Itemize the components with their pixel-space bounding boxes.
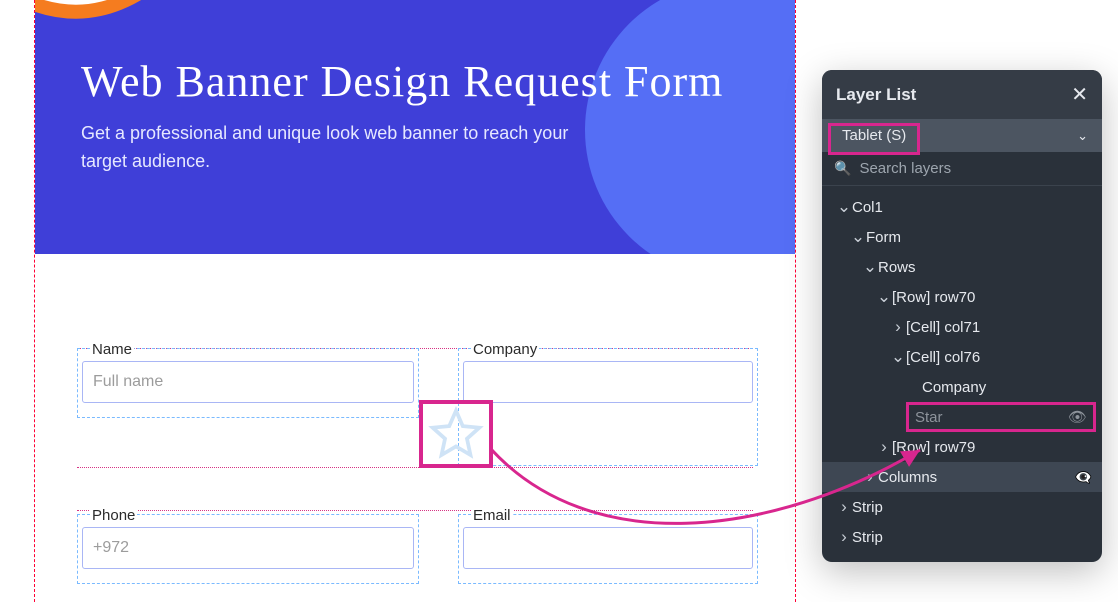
page-title: Web Banner Design Request Form [81,56,723,107]
visibility-icon[interactable]: 👁 [1068,408,1087,426]
chevron-down-icon: ⌄ [1077,128,1088,144]
search-row: 🔍 [822,152,1102,186]
hero-circle-decoration [585,0,795,254]
star-element-highlight[interactable] [419,400,493,468]
tree-item-strip-2[interactable]: ›Strip [822,522,1102,552]
layer-list-panel: Layer List ✕ Tablet (S) ⌄ 🔍 ⌄Col1 ⌄Form … [822,70,1102,562]
tree-item-col71[interactable]: ›[Cell] col71 [822,312,1102,342]
tree-item-columns[interactable]: ›Columns👁‍🗨 [822,462,1102,492]
search-input[interactable] [859,160,1090,177]
cell-email[interactable]: Email [458,514,758,584]
cell-phone[interactable]: Phone [77,514,419,584]
close-icon[interactable]: ✕ [1071,82,1088,107]
tree-item-star[interactable]: Star 👁 [906,402,1096,432]
tree-item-col1[interactable]: ⌄Col1 [822,192,1102,222]
company-input[interactable] [463,361,753,403]
page-subtitle: Get a professional and unique look web b… [81,120,601,176]
panel-title: Layer List [836,85,916,105]
hero-strip: Web Banner Design Request Form Get a pro… [35,0,795,254]
tree-item-company[interactable]: Company [822,372,1102,402]
tree-item-strip-1[interactable]: ›Strip [822,492,1102,522]
phone-input[interactable] [82,527,414,569]
star-icon [428,406,484,462]
name-input[interactable] [82,361,414,403]
company-label: Company [471,341,539,358]
phone-label: Phone [90,507,137,524]
editor-canvas: Web Banner Design Request Form Get a pro… [34,0,796,602]
tree-item-rows[interactable]: ⌄Rows [822,252,1102,282]
search-icon: 🔍 [834,160,851,177]
tree-item-col76[interactable]: ⌄[Cell] col76 [822,342,1102,372]
panel-header: Layer List ✕ [822,70,1102,119]
device-selector[interactable]: Tablet (S) ⌄ [822,119,1102,152]
tree-item-row79[interactable]: ›[Row] row79 [822,432,1102,462]
form-area: Name Company Phone Email [35,254,795,602]
visibility-off-icon[interactable]: 👁‍🗨 [1075,469,1092,486]
cell-name[interactable]: Name [77,348,419,418]
email-input[interactable] [463,527,753,569]
layer-tree: ⌄Col1 ⌄Form ⌄Rows ⌄[Row] row70 ›[Cell] c… [822,186,1102,562]
tree-item-row70[interactable]: ⌄[Row] row70 [822,282,1102,312]
device-label: Tablet (S) [836,127,906,144]
name-label: Name [90,341,134,358]
email-label: Email [471,507,513,524]
hero-swoosh-decoration [35,0,265,60]
tree-item-form[interactable]: ⌄Form [822,222,1102,252]
tree-item-star-label: Star [915,409,943,426]
cell-company[interactable]: Company [458,348,758,466]
